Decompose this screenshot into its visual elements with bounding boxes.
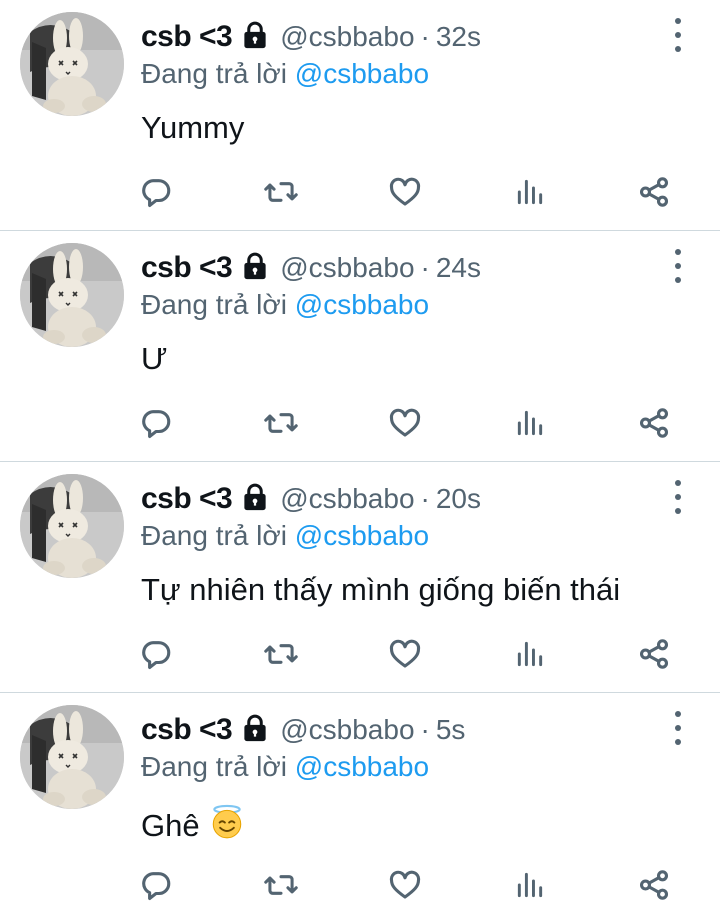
tweet-actions — [0, 855, 720, 915]
tweet-actions — [0, 162, 720, 222]
tweet-actions — [0, 624, 720, 684]
reply-mention-link[interactable]: @csbbabo — [295, 520, 429, 551]
display-name[interactable]: csb <3 — [141, 20, 233, 54]
tweet-text: Ư — [141, 341, 167, 377]
bunny-plush-avatar-image — [20, 243, 124, 347]
like-icon[interactable] — [383, 162, 427, 222]
views-icon[interactable] — [508, 393, 552, 453]
reply-icon[interactable] — [134, 855, 178, 915]
reply-mention-link[interactable]: @csbbabo — [295, 58, 429, 89]
avatar[interactable] — [20, 243, 124, 347]
timestamp[interactable]: 24s — [436, 252, 481, 284]
like-icon[interactable] — [383, 393, 427, 453]
reply-prefix: Đang trả lời — [141, 520, 287, 551]
reply-mention-link[interactable]: @csbbabo — [295, 751, 429, 782]
lock-icon — [240, 251, 270, 286]
bunny-plush-avatar-image — [20, 12, 124, 116]
share-icon[interactable] — [632, 624, 676, 684]
retweet-icon[interactable] — [259, 624, 303, 684]
timestamp[interactable]: 20s — [436, 483, 481, 515]
like-icon[interactable] — [383, 855, 427, 915]
separator-dot: · — [420, 483, 430, 514]
avatar[interactable] — [20, 705, 124, 809]
more-options-icon[interactable] — [666, 249, 690, 283]
reply-prefix: Đang trả lời — [141, 58, 287, 89]
display-name[interactable]: csb <3 — [141, 713, 233, 747]
tweet-text-content: Tự nhiên thấy mình giống biến thái — [141, 572, 621, 607]
user-handle[interactable]: @csbbabo — [280, 21, 414, 53]
share-icon[interactable] — [632, 393, 676, 453]
user-handle[interactable]: @csbbabo — [280, 252, 414, 284]
tweet[interactable]: csb <3 @csbbabo · 32s Đang trả lời @csbb… — [0, 0, 720, 231]
retweet-icon[interactable] — [259, 855, 303, 915]
separator-dot: · — [420, 714, 430, 745]
more-options-icon[interactable] — [666, 18, 690, 52]
lock-icon — [240, 482, 270, 517]
tweet-text-content: Yummy — [141, 110, 245, 145]
tweet-header: csb <3 @csbbabo · 32s — [141, 15, 481, 59]
retweet-icon[interactable] — [259, 162, 303, 222]
reply-context: Đang trả lời @csbbabo — [141, 520, 429, 552]
share-icon[interactable] — [632, 855, 676, 915]
like-icon[interactable] — [383, 624, 427, 684]
retweet-icon[interactable] — [259, 393, 303, 453]
timestamp[interactable]: 5s — [436, 714, 466, 746]
more-options-icon[interactable] — [666, 480, 690, 514]
timestamp[interactable]: 32s — [436, 21, 481, 53]
tweet-actions — [0, 393, 720, 453]
tweet-feed: csb <3 @csbbabo · 32s Đang trả lời @csbb… — [0, 0, 720, 924]
smiling-face-with-halo-icon — [208, 803, 246, 849]
share-icon[interactable] — [632, 162, 676, 222]
tweet[interactable]: csb <3 @csbbabo · 20s Đang trả lời @csbb… — [0, 462, 720, 693]
separator-dot: · — [420, 21, 430, 52]
display-name[interactable]: csb <3 — [141, 482, 233, 516]
user-handle[interactable]: @csbbabo — [280, 714, 414, 746]
views-icon[interactable] — [508, 855, 552, 915]
tweet-header: csb <3 @csbbabo · 5s — [141, 708, 465, 752]
tweet-text: Tự nhiên thấy mình giống biến thái — [141, 572, 620, 608]
lock-icon — [240, 713, 270, 748]
tweet-header: csb <3 @csbbabo · 20s — [141, 477, 481, 521]
reply-context: Đang trả lời @csbbabo — [141, 289, 429, 321]
tweet-text-content: Ư — [141, 341, 168, 376]
tweet-text: Yummy — [141, 110, 244, 146]
lock-icon — [240, 20, 270, 55]
reply-context: Đang trả lời @csbbabo — [141, 751, 429, 783]
separator-dot: · — [420, 252, 430, 283]
views-icon[interactable] — [508, 624, 552, 684]
reply-prefix: Đang trả lời — [141, 289, 287, 320]
reply-icon[interactable] — [134, 393, 178, 453]
more-options-icon[interactable] — [666, 711, 690, 745]
tweet[interactable]: csb <3 @csbbabo · 24s Đang trả lời @csbb… — [0, 231, 720, 462]
tweet[interactable]: csb <3 @csbbabo · 5s Đang trả lời @csbba… — [0, 693, 720, 924]
reply-mention-link[interactable]: @csbbabo — [295, 289, 429, 320]
views-icon[interactable] — [508, 162, 552, 222]
user-handle[interactable]: @csbbabo — [280, 483, 414, 515]
avatar[interactable] — [20, 12, 124, 116]
tweet-text: Ghê — [141, 803, 246, 849]
bunny-plush-avatar-image — [20, 705, 124, 809]
reply-icon[interactable] — [134, 162, 178, 222]
avatar[interactable] — [20, 474, 124, 578]
reply-icon[interactable] — [134, 624, 178, 684]
display-name[interactable]: csb <3 — [141, 251, 233, 285]
reply-prefix: Đang trả lời — [141, 751, 287, 782]
tweet-text-content: Ghê — [141, 808, 200, 843]
reply-context: Đang trả lời @csbbabo — [141, 58, 429, 90]
bunny-plush-avatar-image — [20, 474, 124, 578]
tweet-header: csb <3 @csbbabo · 24s — [141, 246, 481, 290]
